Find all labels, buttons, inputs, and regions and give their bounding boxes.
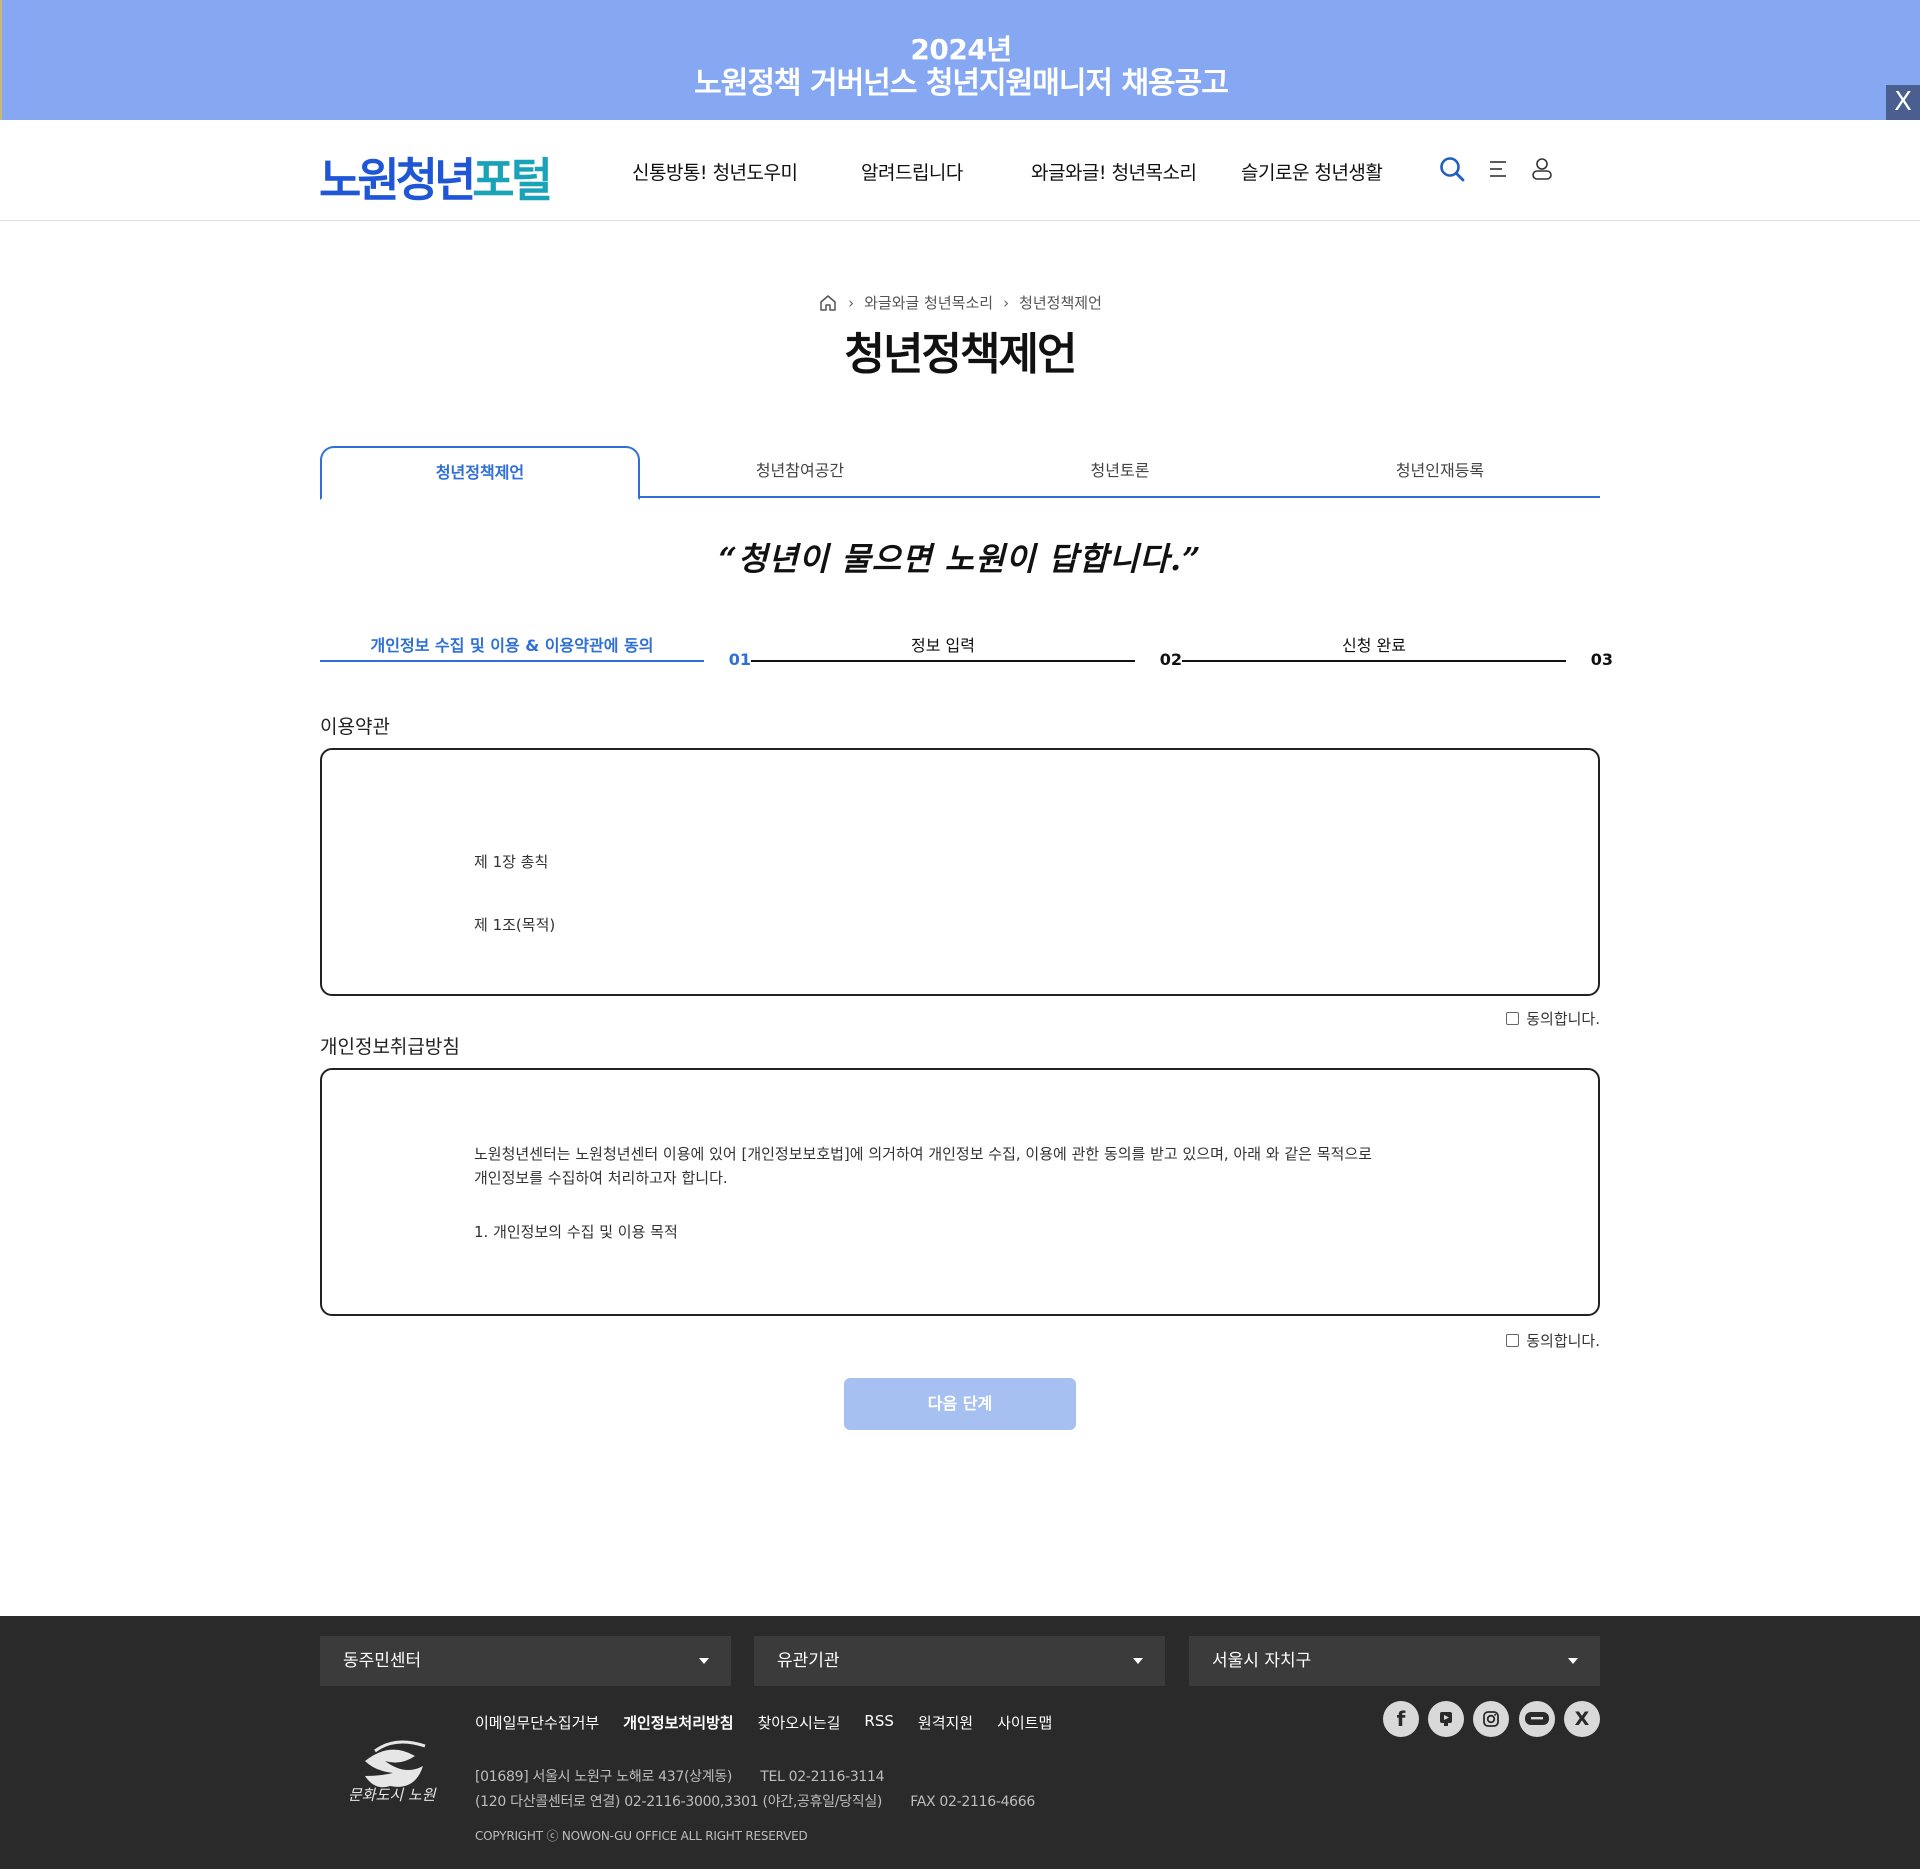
- instagram-icon[interactable]: [1473, 1701, 1509, 1737]
- footer-link-email[interactable]: 이메일무단수집거부: [475, 1712, 599, 1733]
- nav-youth-voice[interactable]: 와글와글! 청년목소리: [1031, 158, 1197, 185]
- caret-down-icon: [699, 1658, 709, 1664]
- step-label: 개인정보 수집 및 이용 & 이용약관에 동의: [370, 636, 654, 655]
- terms-agree-label[interactable]: 동의합니다.: [1526, 1008, 1600, 1029]
- footer-link-directions[interactable]: 찾아오시는길: [758, 1712, 841, 1733]
- step-complete: 신청 완료 03: [1182, 630, 1613, 669]
- sub-tabs: 청년정책제언 청년참여공간 청년토론 청년인재등록: [320, 446, 1600, 500]
- select-label: 유관기관: [777, 1651, 840, 1671]
- blog-icon[interactable]: [1519, 1701, 1555, 1737]
- x-icon[interactable]: X: [1564, 1701, 1600, 1737]
- privacy-paragraph: 개인정보를 수집하여 처리하고자 합니다.: [474, 1169, 728, 1187]
- footer-link-privacy[interactable]: 개인정보처리방침: [623, 1712, 733, 1733]
- site-footer: 동주민센터 유관기관 서울시 자치구 문화도시 노원 이메일무단수집거부 개인정…: [0, 1616, 1920, 1869]
- footer-links: 이메일무단수집거부 개인정보처리방침 찾아오시는길 RSS 원격지원 사이트맵: [475, 1712, 1052, 1733]
- step-bar: [1182, 660, 1566, 662]
- nav-notice[interactable]: 알려드립니다: [861, 158, 963, 185]
- tab-participation-space[interactable]: 청년참여공간: [640, 446, 960, 498]
- step-bar: [751, 660, 1135, 662]
- facebook-glyph: f: [1396, 1707, 1406, 1731]
- footer-link-sitemap[interactable]: 사이트맵: [997, 1712, 1052, 1733]
- select-related-agency[interactable]: 유관기관: [754, 1636, 1165, 1686]
- terms-box[interactable]: 제 1장 총칙 제 1조(목적): [320, 748, 1600, 996]
- checkbox-icon[interactable]: [1506, 1012, 1520, 1025]
- checkbox-icon[interactable]: [1506, 1334, 1520, 1347]
- caret-down-icon: [1568, 1658, 1578, 1664]
- chevron-right-icon: ›: [1003, 293, 1010, 312]
- step-label: 정보 입력: [911, 636, 975, 655]
- user-icon[interactable]: [1527, 154, 1557, 184]
- nowon-culture-city-logo: [365, 1740, 426, 1788]
- footer-copyright: COPYRIGHT ⓒ NOWON-GU OFFICE ALL RIGHT RE…: [475, 1829, 808, 1843]
- footer-night: (120 다산콜센터로 연결) 02-2116-3000,3301 (야간,공휴…: [475, 1794, 883, 1810]
- nav-youth-helper[interactable]: 신통방통! 청년도우미: [632, 158, 798, 185]
- facebook-icon[interactable]: f: [1383, 1701, 1419, 1737]
- tab-debate[interactable]: 청년토론: [960, 446, 1280, 498]
- x-glyph: X: [1574, 1708, 1590, 1730]
- privacy-agree-label[interactable]: 동의합니다.: [1526, 1330, 1600, 1351]
- step-agreement: 개인정보 수집 및 이용 & 이용약관에 동의 01: [320, 630, 751, 669]
- terms-line: 제 1장 총칙: [474, 853, 549, 871]
- instagram-glyph: [1483, 1711, 1499, 1727]
- terms-title: 이용약관: [320, 716, 390, 738]
- blog-glyph: [1525, 1712, 1549, 1725]
- step-number: 03: [1590, 650, 1613, 669]
- breadcrumb-item-current[interactable]: 청년정책제언: [1019, 292, 1102, 313]
- step-bar: [320, 660, 704, 662]
- privacy-paragraph: 노원청년센터는 노원청년센터 이용에 있어 [개인정보보호법]에 의거하여 개인…: [474, 1145, 1372, 1163]
- terms-line: 제 1조(목적): [474, 916, 556, 934]
- privacy-title: 개인정보취급방침: [320, 1036, 460, 1058]
- privacy-item: 1. 개인정보의 수집 및 이용 목적: [474, 1223, 678, 1241]
- select-seoul-district[interactable]: 서울시 자치구: [1189, 1636, 1600, 1686]
- chevron-right-icon: ›: [848, 293, 855, 312]
- select-label: 동주민센터: [343, 1651, 422, 1671]
- banner-title: 노원정책 거버넌스 청년지원매니저 채용공고: [694, 66, 1229, 101]
- caret-down-icon: [1133, 1658, 1143, 1664]
- terms-agree-checkbox[interactable]: 동의합니다.: [1506, 1008, 1600, 1029]
- logo-main: 노원청년: [319, 153, 476, 207]
- privacy-box[interactable]: 노원청년센터는 노원청년센터 이용에 있어 [개인정보보호법]에 의거하여 개인…: [320, 1068, 1600, 1316]
- site-logo[interactable]: 노원청년포털: [319, 144, 553, 210]
- privacy-agree-checkbox[interactable]: 동의합니다.: [1506, 1330, 1600, 1351]
- footer-link-rss[interactable]: RSS: [864, 1712, 893, 1733]
- breadcrumb: › 와글와글 청년목소리 › 청년정책제언: [0, 292, 1920, 313]
- next-step-button[interactable]: 다음 단계: [844, 1378, 1076, 1430]
- menu-icon[interactable]: [1483, 154, 1513, 184]
- nav-youth-life[interactable]: 슬기로운 청년생활: [1241, 158, 1383, 185]
- breadcrumb-item-voice[interactable]: 와글와글 청년목소리: [864, 292, 993, 313]
- select-label: 서울시 자치구: [1212, 1651, 1312, 1671]
- youtube-icon[interactable]: [1428, 1701, 1464, 1737]
- step-info-input: 정보 입력 02: [751, 630, 1182, 669]
- footer-night-line: (120 다산콜센터로 연결) 02-2116-3000,3301 (야간,공휴…: [475, 1791, 1035, 1811]
- footer-fax: FAX 02-2116-4666: [910, 1794, 1035, 1810]
- search-icon[interactable]: [1437, 154, 1467, 184]
- banner-close-button[interactable]: X: [1886, 85, 1920, 120]
- footer-address: [01689] 서울시 노원구 노해로 437(상계동): [475, 1769, 733, 1785]
- logo-accent: 포털: [472, 153, 553, 207]
- select-community-center[interactable]: 동주민센터: [320, 1636, 731, 1686]
- step-number: 02: [1159, 650, 1182, 669]
- step-number: 01: [728, 650, 751, 669]
- slogan: “청년이 물으면 노원이 답합니다.”: [718, 540, 1202, 578]
- footer-address-line: [01689] 서울시 노원구 노해로 437(상계동) TEL 02-2116…: [475, 1766, 885, 1786]
- footer-logo-text: 문화도시 노원: [348, 1786, 436, 1804]
- tab-talent-registration[interactable]: 청년인재등록: [1280, 446, 1600, 498]
- site-header: 노원청년포털 신통방통! 청년도우미 알려드립니다 와글와글! 청년목소리 슬기…: [0, 120, 1920, 221]
- step-label: 신청 완료: [1342, 636, 1406, 655]
- tab-policy-proposal[interactable]: 청년정책제언: [320, 446, 640, 500]
- page-title: 청년정책제언: [844, 329, 1078, 380]
- footer-link-remote[interactable]: 원격지원: [918, 1712, 973, 1733]
- home-icon[interactable]: [818, 293, 838, 313]
- footer-tel: TEL 02-2116-3114: [760, 1769, 885, 1785]
- top-banner[interactable]: 2024년 노원정책 거버넌스 청년지원매니저 채용공고: [0, 0, 1920, 120]
- youtube-glyph: [1440, 1712, 1452, 1726]
